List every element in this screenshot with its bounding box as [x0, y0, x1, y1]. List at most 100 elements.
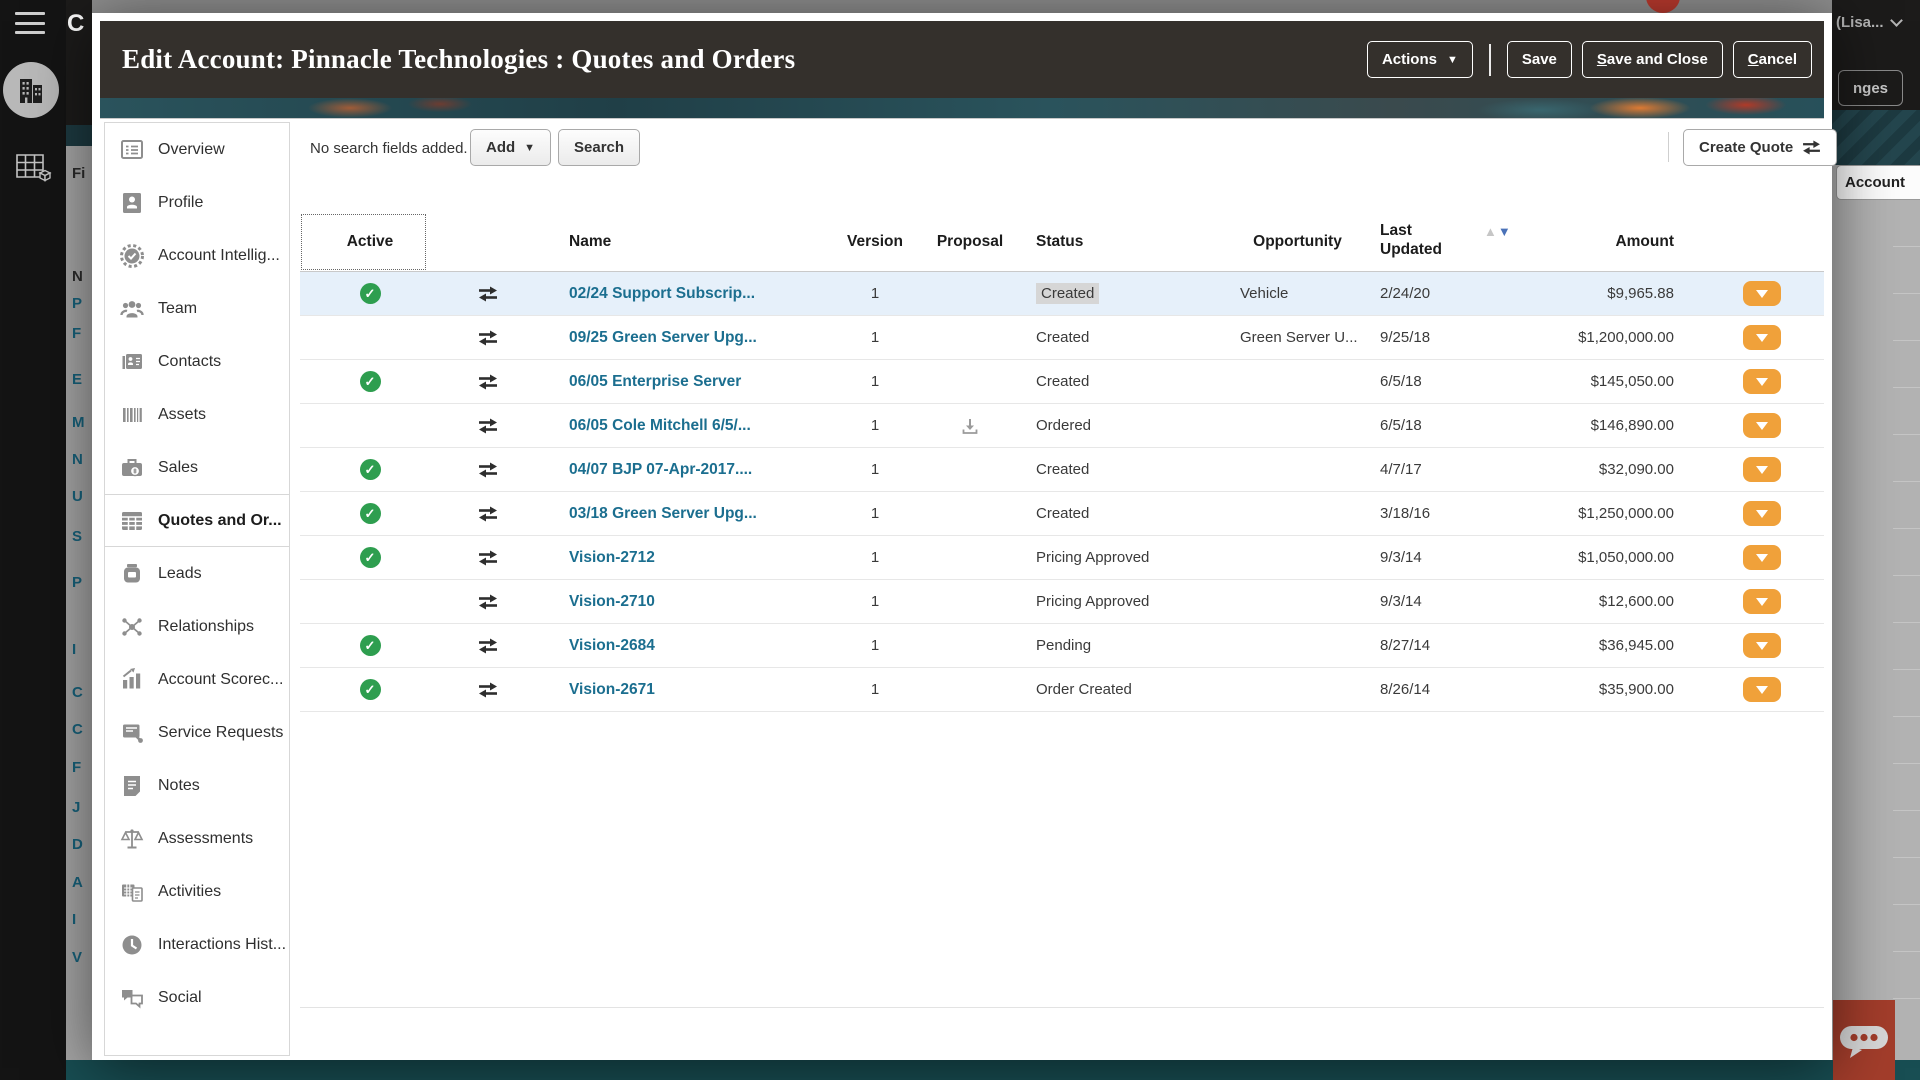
quote-name-link[interactable]: Vision-2710 — [569, 593, 655, 611]
sidebar-item-notes[interactable]: Notes — [105, 759, 289, 812]
cell-last-updated: 8/27/14 — [1370, 624, 1530, 667]
sidebar-item-account-intelligence[interactable]: Account Intellig... — [105, 229, 289, 282]
sidebar-item-label: Activities — [158, 883, 221, 901]
table-row[interactable]: ✓Vision-27121Pricing Approved9/3/14$1,05… — [300, 536, 1824, 580]
table-row[interactable]: ✓06/05 Enterprise Server1Created6/5/18$1… — [300, 360, 1824, 404]
create-quote-button[interactable]: Create Quote — [1683, 129, 1837, 166]
save-and-close-button[interactable]: Save and Close — [1582, 41, 1723, 78]
row-actions-button[interactable] — [1743, 281, 1781, 306]
cell-name: Vision-2684 — [535, 624, 820, 667]
cell-proposal — [930, 536, 1010, 579]
save-button[interactable]: Save — [1507, 41, 1572, 78]
apps-grid-icon[interactable] — [14, 152, 52, 189]
cell-quote-icon — [440, 492, 535, 535]
column-header-amount[interactable]: Amount — [1530, 213, 1700, 271]
row-actions-button[interactable] — [1743, 369, 1781, 394]
cell-quote-icon — [440, 404, 535, 447]
cell-name: 06/05 Enterprise Server — [535, 360, 820, 403]
cell-amount: $1,050,000.00 — [1530, 536, 1700, 579]
column-header-status[interactable]: Status — [1010, 213, 1225, 271]
table-row[interactable]: 06/05 Cole Mitchell 6/5/...1Ordered6/5/1… — [300, 404, 1824, 448]
column-header-name[interactable]: Name — [535, 213, 820, 271]
sort-ascending-icon[interactable]: ▲ — [1484, 224, 1497, 239]
row-actions-button[interactable] — [1743, 677, 1781, 702]
account-scorecard-icon — [117, 665, 147, 695]
user-menu[interactable]: (Lisa... — [1836, 14, 1901, 31]
quote-name-link[interactable]: Vision-2671 — [569, 681, 655, 699]
hamburger-menu-icon[interactable] — [15, 12, 45, 34]
account-avatar[interactable] — [3, 62, 59, 118]
sidebar-item-quotes-and-orders[interactable]: Quotes and Or... — [105, 494, 289, 547]
sidebar-item-relationships[interactable]: Relationships — [105, 600, 289, 653]
background-text-fragment: C — [72, 684, 83, 701]
sidebar-item-account-scorecard[interactable]: Account Scorec... — [105, 653, 289, 706]
sidebar-item-service-requests[interactable]: Service Requests — [105, 706, 289, 759]
account-button-partial[interactable]: Account — [1836, 165, 1920, 200]
column-header-active[interactable]: Active — [300, 213, 440, 271]
row-actions-button[interactable] — [1743, 457, 1781, 482]
sidebar-item-label: Profile — [158, 194, 203, 212]
sidebar-item-label: Sales — [158, 459, 198, 477]
table-row[interactable]: ✓Vision-26841Pending8/27/14$36,945.00 — [300, 624, 1824, 668]
sidebar-item-overview[interactable]: Overview — [105, 123, 289, 176]
sidebar-item-sales[interactable]: Sales — [105, 441, 289, 494]
cell-amount: $12,600.00 — [1530, 580, 1700, 623]
table-row[interactable]: ✓04/07 BJP 07-Apr-2017....1Created4/7/17… — [300, 448, 1824, 492]
quote-name-link[interactable]: 06/05 Cole Mitchell 6/5/... — [569, 417, 751, 435]
cell-opportunity — [1225, 448, 1370, 491]
table-row[interactable]: ✓03/18 Green Server Upg...1Created3/18/1… — [300, 492, 1824, 536]
sidebar-item-activities[interactable]: Activities — [105, 865, 289, 918]
row-actions-button[interactable] — [1743, 589, 1781, 614]
quote-name-link[interactable]: Vision-2712 — [569, 549, 655, 567]
shuffle-icon — [478, 462, 498, 478]
cell-actions — [1700, 272, 1824, 315]
shuffle-icon — [478, 682, 498, 698]
quote-name-link[interactable]: 06/05 Enterprise Server — [569, 373, 741, 391]
chat-bubble-icon — [1837, 1017, 1891, 1063]
cell-opportunity — [1225, 668, 1370, 711]
table-row[interactable]: ✓02/24 Support Subscrip...1CreatedVehicl… — [300, 272, 1824, 316]
row-actions-button[interactable] — [1743, 501, 1781, 526]
sidebar-item-assessments[interactable]: Assessments — [105, 812, 289, 865]
sidebar-item-assets[interactable]: Assets — [105, 388, 289, 441]
sort-descending-icon[interactable]: ▼ — [1498, 224, 1511, 239]
quote-name-link[interactable]: 02/24 Support Subscrip... — [569, 285, 755, 303]
row-actions-button[interactable] — [1743, 413, 1781, 438]
table-row[interactable]: 09/25 Green Server Upg...1CreatedGreen S… — [300, 316, 1824, 360]
row-actions-button[interactable] — [1743, 325, 1781, 350]
sidebar-item-profile[interactable]: Profile — [105, 176, 289, 229]
column-header-version[interactable]: Version — [820, 213, 930, 271]
buildings-icon — [15, 74, 47, 106]
cell-status: Pricing Approved — [1010, 536, 1225, 579]
add-search-field-button[interactable]: Add▼ — [470, 129, 551, 166]
cell-actions — [1700, 448, 1824, 491]
sidebar-item-contacts[interactable]: Contacts — [105, 335, 289, 388]
cell-status: Created — [1010, 316, 1225, 359]
background-text-fragment: Fi — [72, 165, 85, 182]
quote-name-link[interactable]: 03/18 Green Server Upg... — [569, 505, 757, 523]
sidebar-item-team[interactable]: Team — [105, 282, 289, 335]
cell-quote-icon — [440, 360, 535, 403]
cell-proposal[interactable] — [930, 404, 1010, 447]
column-header-last-updated[interactable]: Last Updated ▲▼ — [1370, 213, 1530, 271]
row-actions-button[interactable] — [1743, 633, 1781, 658]
row-actions-button[interactable] — [1743, 545, 1781, 570]
background-text-fragment: U — [72, 488, 83, 505]
shuffle-icon — [478, 638, 498, 654]
sidebar-item-leads[interactable]: Leads — [105, 547, 289, 600]
shuffle-icon — [478, 286, 498, 302]
quote-name-link[interactable]: 04/07 BJP 07-Apr-2017.... — [569, 461, 752, 479]
cancel-button[interactable]: Cancel — [1733, 41, 1812, 78]
quote-name-link[interactable]: 09/25 Green Server Upg... — [569, 329, 757, 347]
column-header-opportunity[interactable]: Opportunity — [1225, 213, 1370, 271]
search-button[interactable]: Search — [558, 129, 640, 166]
sidebar-item-interactions-history[interactable]: Interactions Hist... — [105, 918, 289, 971]
table-row[interactable]: Vision-27101Pricing Approved9/3/14$12,60… — [300, 580, 1824, 624]
changes-button-partial[interactable]: nges — [1838, 70, 1903, 106]
quote-name-link[interactable]: Vision-2684 — [569, 637, 655, 655]
actions-button[interactable]: Actions▼ — [1367, 41, 1473, 78]
sidebar-item-social[interactable]: Social — [105, 971, 289, 1024]
column-header-proposal[interactable]: Proposal — [930, 213, 1010, 271]
chat-launcher-button[interactable] — [1833, 1000, 1895, 1080]
table-row[interactable]: ✓Vision-26711Order Created8/26/14$35,900… — [300, 668, 1824, 712]
